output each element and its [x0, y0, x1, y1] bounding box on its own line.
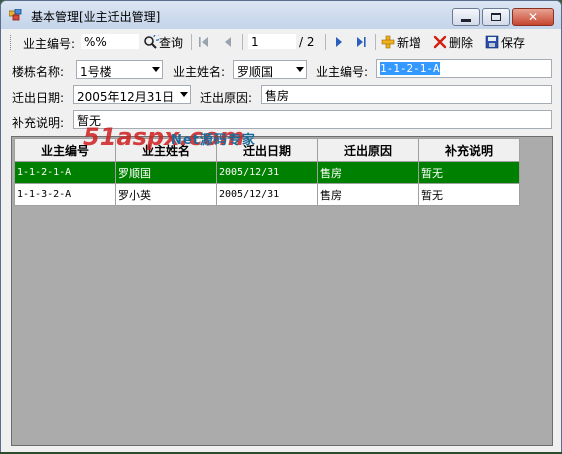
table-cell[interactable]: 罗小英	[115, 183, 217, 206]
toolbar-separator	[242, 34, 243, 50]
close-icon: ✕	[527, 10, 539, 24]
table-cell[interactable]: 罗顺国	[115, 161, 217, 184]
delete-icon	[433, 35, 447, 49]
save-label: 保存	[501, 35, 526, 50]
building-combo-value: 1号楼	[80, 65, 112, 79]
minimize-icon	[461, 18, 471, 22]
minimize-button[interactable]	[452, 8, 480, 26]
toolbar-separator	[375, 34, 376, 50]
owner-no-label: 业主编号:	[316, 65, 369, 79]
move-date-picker[interactable]: 2005年12月31日	[73, 85, 191, 104]
table-cell[interactable]: 1-1-3-2-A	[14, 183, 116, 206]
move-date-label: 迁出日期:	[12, 91, 65, 105]
table-cell[interactable]: 暂无	[418, 183, 520, 206]
reason-field[interactable]: 售房	[261, 85, 552, 104]
table-cell[interactable]: 1-1-2-1-A	[14, 161, 116, 184]
building-combo[interactable]: 1号楼	[76, 60, 163, 79]
note-label: 补充说明:	[12, 116, 65, 130]
data-grid[interactable]: 业主编号 业主姓名 迁出日期 迁出原因 补充说明 1-1-2-1-A 罗顺国 2…	[11, 136, 553, 446]
table-cell[interactable]: 售房	[317, 183, 419, 206]
first-page-icon[interactable]	[197, 35, 211, 49]
close-button[interactable]: ✕	[512, 8, 554, 26]
table-cell[interactable]: 2005/12/31	[216, 183, 318, 206]
table-cell[interactable]: 售房	[317, 161, 419, 184]
column-header[interactable]: 迁出原因	[317, 138, 419, 162]
add-button[interactable]: 新增	[381, 33, 421, 51]
toolbar-grip[interactable]	[10, 35, 14, 50]
query-label: 查询	[159, 35, 184, 50]
owner-name-label: 业主姓名:	[173, 65, 226, 79]
delete-button[interactable]: 删除	[433, 33, 473, 51]
chevron-down-icon	[152, 67, 160, 72]
table-row[interactable]: 1-1-3-2-A 罗小英 2005/12/31 售房 暂无	[14, 183, 520, 206]
page-number-input[interactable]: 1	[247, 33, 297, 50]
column-header[interactable]: 补充说明	[418, 138, 520, 162]
maximize-icon	[491, 13, 501, 21]
chevron-down-icon	[296, 67, 304, 72]
query-button[interactable]: 查询	[143, 33, 183, 51]
maximize-button[interactable]	[482, 8, 510, 26]
next-page-icon[interactable]	[332, 35, 346, 49]
toolbar: 业主编号: %% 查询 1 / 2 新增 删除 保存	[5, 31, 557, 53]
owner-no-field-value: 1-1-2-1-A	[380, 62, 440, 75]
add-icon	[381, 35, 395, 49]
toolbar-separator	[191, 34, 192, 50]
app-icon	[8, 8, 23, 21]
title-bar[interactable]: 基本管理[业主迁出管理] ✕	[1, 1, 561, 29]
owner-name-combo-value: 罗顺国	[237, 65, 274, 79]
add-label: 新增	[397, 35, 422, 50]
toolbar-owner-no-label: 业主编号:	[23, 37, 76, 51]
move-date-value: 2005年12月31日	[77, 90, 175, 104]
search-icon	[143, 33, 161, 49]
chevron-down-icon	[180, 92, 188, 97]
prev-page-icon[interactable]	[221, 35, 235, 49]
watermark-subtitle: Net源码专家	[171, 133, 256, 148]
owner-no-field[interactable]: 1-1-2-1-A	[376, 59, 552, 78]
table-cell[interactable]: 暂无	[418, 161, 520, 184]
window-title: 基本管理[业主迁出管理]	[31, 10, 161, 24]
page-total: / 2	[299, 35, 315, 49]
delete-label: 删除	[449, 35, 474, 50]
toolbar-owner-no-input[interactable]: %%	[80, 33, 140, 50]
table-cell[interactable]: 2005/12/31	[216, 161, 318, 184]
last-page-icon[interactable]	[354, 35, 368, 49]
save-icon	[485, 35, 499, 49]
table-row[interactable]: 1-1-2-1-A 罗顺国 2005/12/31 售房 暂无	[14, 161, 520, 184]
reason-label: 迁出原因:	[200, 91, 253, 105]
save-button[interactable]: 保存	[485, 33, 525, 51]
toolbar-separator	[325, 34, 326, 50]
owner-name-combo[interactable]: 罗顺国	[233, 60, 307, 79]
main-window: 基本管理[业主迁出管理] ✕ 业主编号: %% 查询 1 / 2 新增 删除 保…	[0, 0, 562, 454]
building-label: 楼栋名称:	[12, 65, 65, 79]
